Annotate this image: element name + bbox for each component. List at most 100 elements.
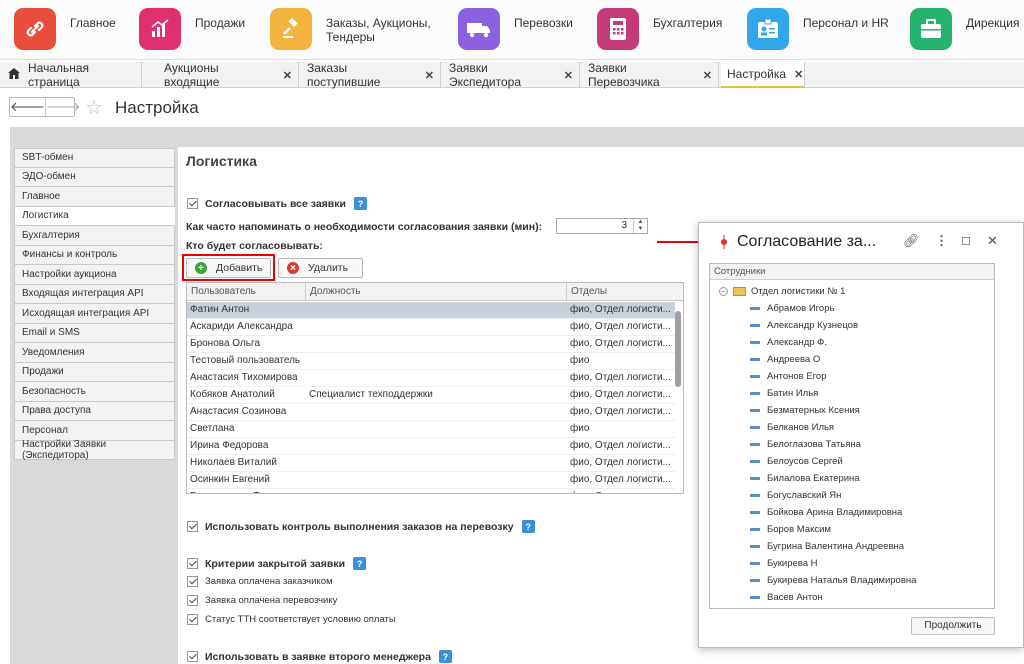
more-menu-icon[interactable]: ⋮ [935, 233, 948, 249]
tab-auctions[interactable]: Аукционы входящие ✕ [158, 61, 299, 89]
menu-item-notifications[interactable]: Уведомления [14, 343, 175, 363]
close-icon[interactable]: ✕ [425, 69, 434, 82]
menu-item-main[interactable]: Главное [14, 187, 175, 207]
column-header-position[interactable]: Должность [310, 286, 361, 297]
menu-item-accounting[interactable]: Бухгалтерия [14, 226, 175, 246]
checkbox-checked[interactable] [187, 614, 198, 625]
employee-item[interactable]: Белканов Илья [750, 419, 834, 436]
employee-item[interactable]: Васильев Е [750, 606, 818, 608]
delete-button[interactable]: × Удалить [278, 258, 363, 278]
approve-all-checkbox[interactable]: Согласовывать все заявки ? [187, 197, 367, 210]
table-row[interactable]: Ирина Федорова фио, Отдел логисти... [187, 438, 675, 455]
menu-item-email-sms[interactable]: Email и SMS [14, 323, 175, 343]
section-hr[interactable]: Персонал и HR [747, 8, 889, 52]
menu-item-request-settings[interactable]: Настройки Заявки (Экспедитора) [14, 439, 175, 461]
employee-item[interactable]: Александр Ф. [750, 334, 827, 351]
employee-item[interactable]: Александр Кузнецов [750, 317, 858, 334]
tab-carrier-requests[interactable]: Заявки Перевозчика ✕ [582, 61, 719, 89]
forward-arrow-icon[interactable]: 🡒 [44, 98, 81, 116]
scrollbar-thumb[interactable] [675, 311, 681, 387]
close-icon[interactable]: ✕ [703, 69, 712, 82]
employee-item[interactable]: Андреева О [750, 351, 820, 368]
section-sales[interactable]: Продажи [139, 8, 245, 52]
close-icon[interactable]: ✕ [283, 69, 292, 82]
employee-item[interactable]: Бугрина Валентина Андреевна [750, 538, 904, 555]
tab-orders[interactable]: Заказы поступившие ✕ [301, 61, 441, 89]
tab-home[interactable]: Начальная страница [0, 61, 142, 89]
employee-item[interactable]: Букирева Наталья Владимировна [750, 572, 916, 589]
collapse-icon[interactable]: − [719, 286, 728, 296]
menu-item-staff[interactable]: Персонал [14, 421, 175, 441]
favorite-star-icon[interactable]: ☆ [85, 95, 103, 120]
employee-item[interactable]: Богуславский Ян [750, 487, 841, 504]
order-control-checkbox[interactable]: Использовать контроль выполнения заказов… [187, 520, 535, 533]
remind-minutes-field[interactable]: 3 ▲ ▼ [556, 218, 648, 234]
menu-item-outgoing-api[interactable]: Исходящая интеграция API [14, 304, 175, 324]
employee-item[interactable]: Билалова Екатерина [750, 470, 860, 487]
close-icon[interactable]: ✕ [564, 69, 573, 82]
employee-item[interactable]: Абрамов Игорь [750, 300, 834, 317]
section-main[interactable]: Главное [14, 8, 116, 52]
table-row[interactable]: Анастасия Тихомирова фио, Отдел логисти..… [187, 370, 675, 387]
menu-item-sbt[interactable]: SBT-обмен [14, 148, 175, 168]
help-icon[interactable]: ? [521, 520, 535, 533]
menu-item-security[interactable]: Безопасность [14, 382, 175, 402]
section-transport[interactable]: Перевозки [458, 8, 573, 52]
menu-item-finance[interactable]: Финансы и контроль [14, 245, 175, 265]
closed-criteria-checkbox[interactable]: Критерии закрытой заявки ? [187, 557, 367, 570]
menu-item-auction[interactable]: Настройки аукциона [14, 265, 175, 285]
employee-item[interactable]: Батин Илья [750, 385, 818, 402]
back-arrow-icon[interactable]: 🡐 [10, 98, 45, 116]
checkbox-checked[interactable] [187, 521, 198, 532]
criteria-paid-customer-checkbox[interactable]: Заявка оплачена заказчиком [187, 576, 333, 587]
column-header-user[interactable]: Пользователь [191, 286, 256, 297]
criteria-paid-carrier-checkbox[interactable]: Заявка оплачена перевозчику [187, 595, 337, 606]
table-row[interactable]: Тестовый пользователь фио [187, 353, 675, 370]
criteria-ttn-status-checkbox[interactable]: Статус ТТН соответствует условию оплаты [187, 614, 396, 625]
section-orders[interactable]: Заказы, Аукционы, Тендеры [270, 8, 446, 52]
maximize-icon[interactable]: ☐ [961, 235, 971, 248]
table-row[interactable]: Анастасия Созинова фио, Отдел логисти... [187, 404, 675, 421]
table-row[interactable]: Фатин Антон фио, Отдел логисти... [187, 302, 675, 319]
checkbox-checked[interactable] [187, 651, 198, 662]
table-row[interactable]: Николаев Виталий фио, Отдел логисти... [187, 455, 675, 472]
checkbox-checked[interactable] [187, 595, 198, 606]
employee-item[interactable]: Безматерных Ксения [750, 402, 860, 419]
second-manager-checkbox[interactable]: Использовать в заявке второго менеджера … [187, 650, 452, 663]
section-direction[interactable]: Дирекция [910, 8, 1020, 52]
menu-item-incoming-api[interactable]: Входящая интеграция API [14, 284, 175, 304]
checkbox-checked[interactable] [187, 198, 198, 209]
close-icon[interactable]: ✕ [794, 68, 803, 81]
employee-item[interactable]: Белоусов Сергей [750, 453, 843, 470]
table-scrollbar[interactable] [675, 303, 681, 491]
table-row[interactable]: Светлана фио [187, 421, 675, 438]
link-icon[interactable]: 🔗︎ [903, 233, 920, 249]
menu-item-edo[interactable]: ЭДО-обмен [14, 167, 175, 187]
checkbox-checked[interactable] [187, 558, 198, 569]
employee-item[interactable]: Белоглазова Татьяна [750, 436, 861, 453]
table-row[interactable]: Аскариди Александра фио, Отдел логисти... [187, 319, 675, 336]
employee-item[interactable]: Антонов Егор [750, 368, 827, 385]
help-icon[interactable]: ? [353, 557, 367, 570]
table-row[interactable]: Бронова Ольга фио, Отдел логисти... [187, 336, 675, 353]
tab-forwarder-requests[interactable]: Заявки Экспедитора ✕ [443, 61, 580, 89]
spinner-icon[interactable]: ▲ ▼ [633, 219, 647, 233]
menu-item-access-rights[interactable]: Права доступа [14, 401, 175, 421]
menu-item-sales[interactable]: Продажи [14, 362, 175, 382]
employee-item[interactable]: Букирева Н [750, 555, 818, 572]
help-icon[interactable]: ? [438, 650, 452, 663]
help-icon[interactable]: ? [353, 197, 367, 210]
continue-button[interactable]: Продолжить [911, 617, 995, 635]
table-row[interactable]: Осинкин Евгений фио, Отдел логисти... [187, 472, 675, 489]
column-header-departments[interactable]: Отделы [571, 286, 607, 297]
table-row[interactable]: Кобяков Анатолий Специалист техподдержки ф… [187, 387, 675, 404]
tree-group[interactable]: − Отдел логистики № 1 [710, 283, 845, 299]
tab-settings[interactable]: Настройка ✕ [721, 62, 805, 88]
close-icon[interactable]: ✕ [987, 233, 998, 249]
table-row[interactable]: Болоозерова Татьяна фио, Отдел логисти... [187, 489, 675, 493]
menu-item-logistics[interactable]: Логистика [14, 206, 175, 226]
employee-item[interactable]: Боров Максим [750, 521, 831, 538]
employee-item[interactable]: Бойкова Арина Владимировна [750, 504, 902, 521]
employee-item[interactable]: Васев Антон [750, 589, 823, 606]
section-accounting[interactable]: Бухгалтерия [597, 8, 722, 52]
